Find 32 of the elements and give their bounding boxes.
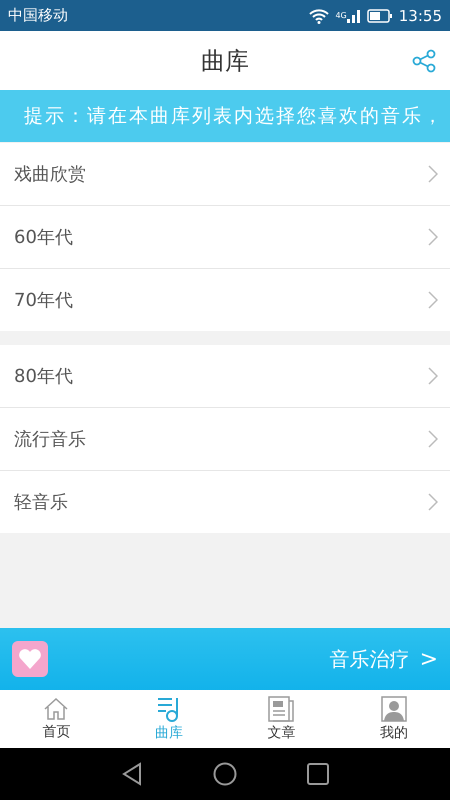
chevron-icon: [428, 165, 438, 183]
document-icon: [268, 696, 294, 722]
clock-time: 13:55: [398, 6, 442, 24]
category-row[interactable]: 80年代: [0, 345, 450, 408]
person-icon: [380, 696, 407, 722]
page-title: 曲库: [201, 46, 249, 76]
signal-icon: [346, 8, 361, 22]
chevron-icon: [428, 430, 438, 448]
nav-tab[interactable]: 我的: [338, 690, 450, 748]
home-icon[interactable]: [213, 762, 237, 786]
chevron-icon: [428, 493, 438, 511]
house-icon: [43, 697, 70, 721]
chevron-icon: >: [420, 646, 438, 672]
share-icon[interactable]: [412, 49, 436, 73]
recents-icon[interactable]: [307, 763, 329, 785]
category-row[interactable]: 60年代: [0, 206, 450, 269]
category-row[interactable]: 轻音乐: [0, 471, 450, 533]
nav-tab[interactable]: 首页: [0, 690, 112, 748]
category-row[interactable]: 流行音乐: [0, 408, 450, 471]
category-row[interactable]: 70年代: [0, 269, 450, 331]
back-icon[interactable]: [121, 762, 143, 786]
category-row[interactable]: 戏曲欣赏: [0, 143, 450, 206]
carrier-name: 中国移动: [8, 6, 68, 25]
chevron-icon: [428, 291, 438, 309]
network-type: 4G: [335, 10, 347, 20]
chevron-icon: [428, 367, 438, 385]
battery-icon: [366, 8, 393, 22]
notice-text: 提示：请在本曲库列表内选择您喜欢的音乐，: [24, 104, 444, 129]
banner-label: 音乐治疗: [330, 646, 410, 672]
nav-tab[interactable]: 文章: [225, 690, 338, 748]
chevron-icon: [428, 228, 438, 246]
wifi-icon: [309, 8, 330, 24]
